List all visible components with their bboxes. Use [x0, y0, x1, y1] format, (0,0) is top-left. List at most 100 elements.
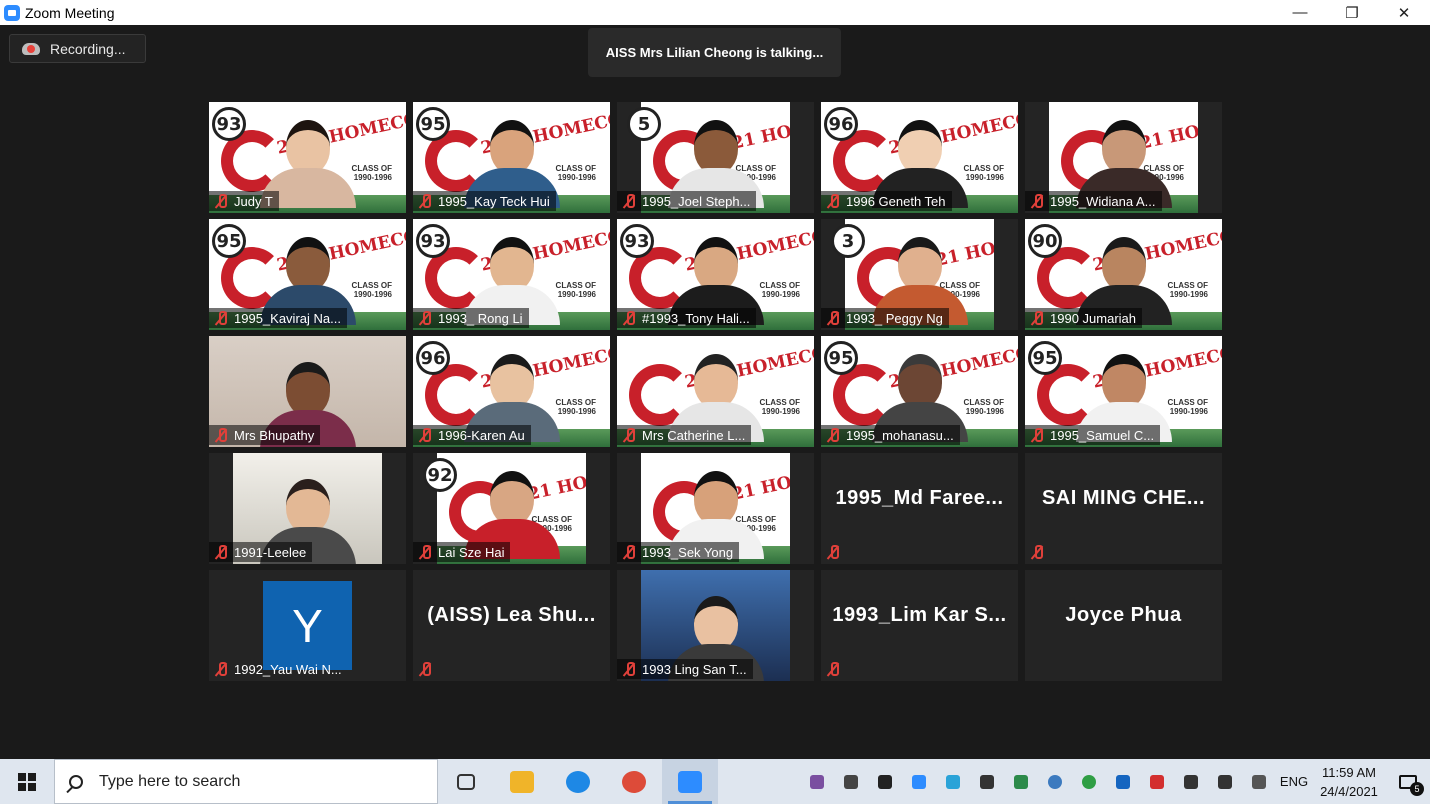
clock[interactable]: 11:59 AM 24/4/2021	[1312, 763, 1386, 801]
participant-tile[interactable]: 2021 HOMECOMINGCLASS OF1990-1996961996 G…	[821, 102, 1018, 213]
participant-tile[interactable]: 2021 HOMECOMINGCLASS OF1990-1996951995_S…	[1025, 336, 1222, 447]
participant-tile[interactable]: 2021 HOMECOMINGCLASS OF1990-199693#1993_…	[617, 219, 814, 330]
participant-tile[interactable]: 2021 HOMECOMINGCLASS OF1990-1996951995_m…	[821, 336, 1018, 447]
close-button[interactable]: ✕	[1378, 0, 1430, 25]
participant-name: 1995_Kaviraj Na...	[234, 310, 341, 326]
wifi-tray-button[interactable]	[970, 759, 1004, 804]
onedrive-tray-tray-button[interactable]	[936, 759, 970, 804]
class-year-badge: 3	[831, 224, 865, 258]
participant-tile[interactable]: 2021 HOMECOMINGCLASS OF1990-1996931993_ …	[413, 219, 610, 330]
zoom-tray-tray-button[interactable]	[902, 759, 936, 804]
taskbar-search-box[interactable]: Type here to search	[54, 759, 438, 804]
participant-name: 1996 Geneth Teh	[846, 193, 946, 209]
participant-tile[interactable]: 2021 HOMECOMINGCLASS OF1990-1996Mrs Cath…	[617, 336, 814, 447]
class-year-badge: 90	[1028, 224, 1062, 258]
volume-tray-button[interactable]	[1208, 759, 1242, 804]
participant-tile[interactable]: 2021 HOMECOMINGCLASS OF1990-199692Lai Sz…	[413, 453, 610, 564]
clock-date: 24/4/2021	[1320, 783, 1378, 799]
participant-name-label: 1993_ Peggy Ng	[821, 308, 949, 328]
camera-tray-tray-button[interactable]	[1004, 759, 1038, 804]
participant-name-label: 1995_Samuel C...	[1025, 425, 1161, 445]
participant-name-label: 1993 Ling San T...	[617, 659, 753, 679]
minimize-button[interactable]: —	[1274, 0, 1326, 25]
feather-tray-tray-button[interactable]	[800, 759, 834, 804]
homecoming-class-text: CLASS OF 1990-1996	[351, 164, 392, 182]
recording-indicator[interactable]: Recording...	[9, 34, 146, 63]
participant-tile[interactable]: 1995_Md Faree...	[821, 453, 1018, 564]
window-title: Zoom Meeting	[25, 4, 115, 21]
zoom-app-icon	[4, 4, 20, 21]
taskbar-app-file-explorer[interactable]	[494, 759, 550, 804]
green-tray-tray-button[interactable]	[1072, 759, 1106, 804]
participant-name: 1995_Widiana A...	[1050, 193, 1156, 209]
participant-tile[interactable]: 2021 HOMECOMINGCLASS OF1990-199651995_Jo…	[617, 102, 814, 213]
wifi-icon	[980, 774, 994, 789]
participant-tile[interactable]: SAI MING CHE...	[1025, 453, 1222, 564]
participant-name: 1993_ Peggy Ng	[846, 310, 943, 326]
participant-name-label: 1992_Yau Wai N...	[209, 659, 348, 679]
participant-name: 1992_Yau Wai N...	[234, 661, 342, 677]
homecoming-class-text: CLASS OF 1990-1996	[759, 398, 800, 416]
muted-mic-icon	[826, 311, 840, 325]
taskbar-app-task-view[interactable]	[438, 759, 494, 804]
class-year-badge: 95	[416, 107, 450, 141]
battery-tray-button[interactable]	[1174, 759, 1208, 804]
participant-display-name: SAI MING CHE...	[1041, 487, 1206, 509]
camera-tray-icon	[1014, 774, 1028, 789]
notification-count: 5	[1410, 782, 1424, 796]
volume-icon	[1218, 774, 1232, 789]
pen-tray-button[interactable]	[1242, 759, 1276, 804]
participant-tile[interactable]: 2021 HOMECOMINGCLASS OF1990-19961995_Wid…	[1025, 102, 1222, 213]
taskbar-app-zoom[interactable]	[662, 759, 718, 804]
participant-tile[interactable]: 1993_Lim Kar S...	[821, 570, 1018, 681]
class-year-badge: 92	[423, 458, 457, 492]
participant-tile[interactable]: 1993 Ling San T...	[617, 570, 814, 681]
participant-tile[interactable]: 1991-Leelee	[209, 453, 406, 564]
participant-tile[interactable]: 2021 HOMECOMINGCLASS OF1990-1996951995_K…	[209, 219, 406, 330]
usb-tray-tray-button[interactable]	[834, 759, 868, 804]
muted-mic-icon	[622, 545, 636, 559]
green-tray-icon	[1082, 774, 1096, 789]
globe-tray-tray-button[interactable]	[1038, 759, 1072, 804]
participant-name: Judy T	[234, 193, 273, 209]
participant-tile[interactable]: Y 1992_Yau Wai N...	[209, 570, 406, 681]
participant-tile[interactable]: 2021 HOMECOMINGCLASS OF1990-199631993_ P…	[821, 219, 1018, 330]
search-placeholder: Type here to search	[99, 772, 241, 790]
participant-name: Mrs Catherine L...	[642, 427, 746, 443]
globe-tray-icon	[1048, 774, 1062, 789]
class-year-badge: 93	[620, 224, 654, 258]
notification-center-button[interactable]: 5	[1386, 759, 1430, 804]
class-year-badge: 95	[824, 341, 858, 375]
gallery-grid: 2021 HOMECOMINGCLASS OF1990-199693Judy T…	[209, 102, 1222, 681]
taskbar-app-chrome[interactable]	[606, 759, 662, 804]
red-tray-icon	[1150, 774, 1164, 789]
bluetooth-tray-button[interactable]	[1106, 759, 1140, 804]
participant-name: 1993_Sek Yong	[642, 544, 734, 560]
participant-tile[interactable]: 2021 HOMECOMINGCLASS OF1990-19961993_Sek…	[617, 453, 814, 564]
muted-mic-icon	[826, 194, 840, 208]
red-tray-tray-button[interactable]	[1140, 759, 1174, 804]
windows-logo-icon	[18, 772, 36, 791]
participant-name: 1996-Karen Au	[438, 427, 525, 443]
homecoming-class-text: CLASS OF 1990-1996	[555, 398, 596, 416]
participant-avatar: Y	[263, 581, 352, 670]
muted-mic-icon	[826, 428, 840, 442]
participant-tile[interactable]: 2021 HOMECOMINGCLASS OF1990-1996951995_K…	[413, 102, 610, 213]
participant-tile[interactable]: 2021 HOMECOMINGCLASS OF1990-1996961996-K…	[413, 336, 610, 447]
maximize-button[interactable]: ❐	[1326, 0, 1378, 25]
active-speaker-text: AISS Mrs Lilian Cheong is talking...	[605, 45, 824, 60]
security-tray-tray-button[interactable]	[868, 759, 902, 804]
participant-tile[interactable]: 2021 HOMECOMINGCLASS OF1990-1996901990 J…	[1025, 219, 1222, 330]
taskbar-app-edge[interactable]	[550, 759, 606, 804]
muted-mic-icon	[1030, 311, 1044, 325]
participant-name: 1991-Leelee	[234, 544, 307, 560]
participant-display-name: (AISS) Lea Shu...	[427, 604, 596, 626]
participant-name-label: 1993_Sek Yong	[617, 542, 740, 562]
language-indicator[interactable]: ENG	[1276, 774, 1312, 789]
participant-tile[interactable]: Mrs Bhupathy	[209, 336, 406, 447]
participant-tile[interactable]: Joyce Phua	[1025, 570, 1222, 681]
muted-mic-icon	[826, 545, 840, 559]
participant-tile[interactable]: 2021 HOMECOMINGCLASS OF1990-199693Judy T	[209, 102, 406, 213]
start-button[interactable]	[0, 759, 54, 804]
participant-tile[interactable]: (AISS) Lea Shu...	[413, 570, 610, 681]
